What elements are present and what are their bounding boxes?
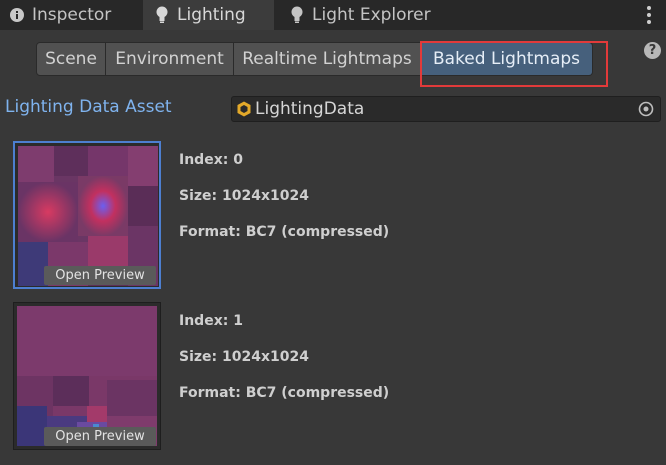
lightmap-format: Format: BC7 (compressed): [179, 224, 390, 240]
tab-scene[interactable]: Scene: [36, 42, 106, 76]
selection-highlight-box: [420, 41, 608, 87]
open-preview-button[interactable]: Open Preview: [44, 266, 156, 285]
object-picker-icon[interactable]: [638, 101, 654, 117]
lighting-data-asset-field[interactable]: LightingData: [231, 96, 661, 122]
tab-strip: Inspector Lighting Light Explorer: [0, 0, 666, 30]
tab-light-explorer[interactable]: Light Explorer: [282, 0, 468, 30]
lightmap-thumbnail[interactable]: Open Preview: [13, 141, 161, 289]
tab-light-explorer-label: Light Explorer: [312, 5, 431, 25]
lightmap-size: Size: 1024x1024: [179, 188, 309, 204]
tab-inspector[interactable]: Inspector: [0, 0, 146, 30]
tab-environment[interactable]: Environment: [106, 42, 234, 76]
lightmap-size: Size: 1024x1024: [179, 349, 309, 365]
lightmap-preview-image: [18, 146, 158, 286]
lightmap-format: Format: BC7 (compressed): [179, 385, 390, 401]
lightmap-thumbnail[interactable]: Open Preview: [13, 302, 161, 450]
tab-lighting[interactable]: Lighting: [143, 0, 274, 30]
lighting-data-asset-value: LightingData: [255, 99, 365, 119]
lightmap-index: Index: 0: [179, 152, 243, 168]
info-icon: [8, 6, 26, 24]
lightbulb-icon: [153, 6, 171, 24]
lighting-data-asset-label: Lighting Data Asset: [5, 97, 172, 117]
help-icon[interactable]: ?: [644, 42, 661, 59]
lightmap-preview-image: [17, 306, 157, 446]
open-preview-button[interactable]: Open Preview: [44, 427, 156, 446]
asset-icon: [237, 101, 251, 117]
tab-inspector-label: Inspector: [32, 5, 112, 25]
tab-realtime-lightmaps[interactable]: Realtime Lightmaps: [234, 42, 421, 76]
tab-lighting-label: Lighting: [177, 5, 246, 25]
more-options-icon[interactable]: [646, 6, 652, 24]
lightbulb-icon: [288, 6, 306, 24]
lightmap-index: Index: 1: [179, 313, 243, 329]
